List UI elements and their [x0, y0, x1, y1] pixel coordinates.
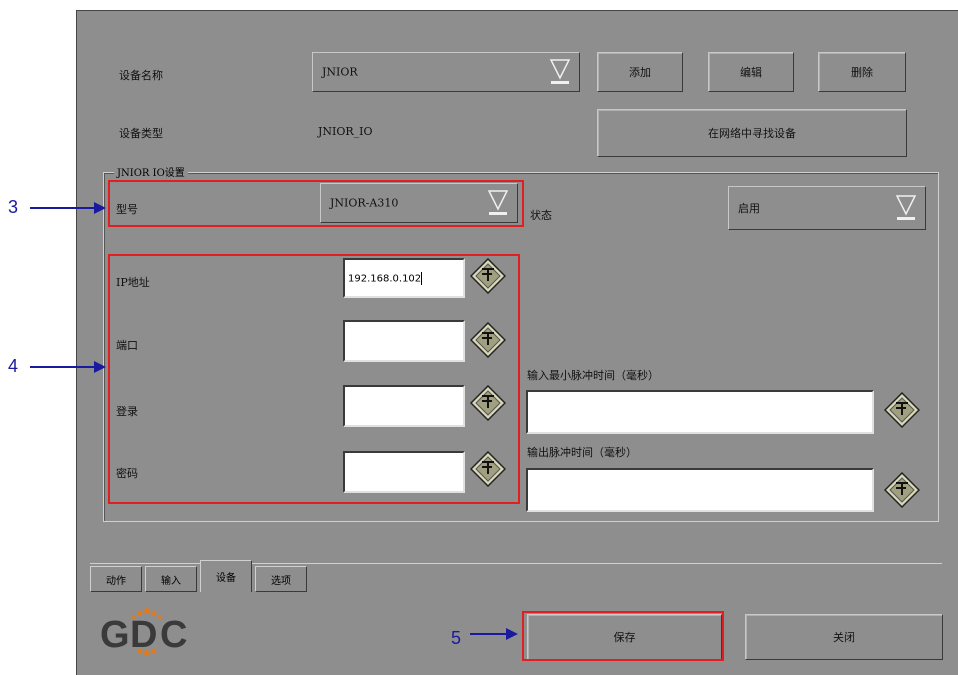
input-pulse-label: 输入最小脉冲时间（毫秒）: [527, 369, 659, 382]
highlight-box-4: [108, 254, 520, 504]
output-pulse-field[interactable]: [526, 468, 874, 512]
callout-5-label: 5: [451, 628, 462, 648]
callout-3-label: 3: [8, 197, 19, 217]
callout-4-arrow-icon: [30, 361, 106, 373]
tab-options[interactable]: 选项: [255, 566, 307, 592]
svg-text:C: C: [160, 614, 187, 656]
find-device-button[interactable]: 在网络中寻找设备: [597, 109, 907, 157]
keyboard-icon[interactable]: [884, 392, 920, 428]
status-label: 状态: [530, 209, 552, 222]
highlight-box-5: [522, 611, 724, 661]
output-pulse-label: 输出脉冲时间（毫秒）: [527, 446, 637, 459]
callout-5-arrow-icon: [470, 628, 518, 640]
dropdown-arrow-icon: [895, 195, 917, 220]
delete-button[interactable]: 删除: [818, 52, 906, 92]
dropdown-arrow-icon: [549, 59, 571, 84]
callout-4-label: 4: [8, 356, 19, 376]
gdc-logo: G D C: [100, 607, 200, 657]
device-type-label: 设备类型: [119, 127, 163, 140]
input-pulse-field[interactable]: [526, 390, 874, 434]
tab-inputs[interactable]: 输入: [145, 566, 197, 592]
edit-button[interactable]: 编辑: [708, 52, 794, 92]
device-type-value: JNIOR_IO: [318, 125, 373, 138]
highlight-box-3: [108, 180, 524, 227]
tab-actions[interactable]: 动作: [90, 566, 142, 592]
keyboard-icon[interactable]: [884, 472, 920, 508]
status-dropdown[interactable]: 启用: [728, 186, 926, 230]
gdc-logo-mark: G D C: [100, 608, 187, 656]
status-value: 启用: [738, 202, 760, 215]
device-name-label: 设备名称: [119, 69, 163, 82]
jnior-settings-title: JNIOR IO设置: [114, 164, 188, 179]
device-name-value: JNIOR: [322, 65, 358, 79]
callout-3-arrow-icon: [30, 202, 106, 214]
close-button[interactable]: 关闭: [745, 614, 943, 660]
add-button[interactable]: 添加: [597, 52, 683, 92]
device-name-dropdown[interactable]: JNIOR: [312, 52, 580, 92]
tab-devices[interactable]: 设备: [200, 560, 252, 592]
svg-text:G: G: [100, 614, 130, 656]
